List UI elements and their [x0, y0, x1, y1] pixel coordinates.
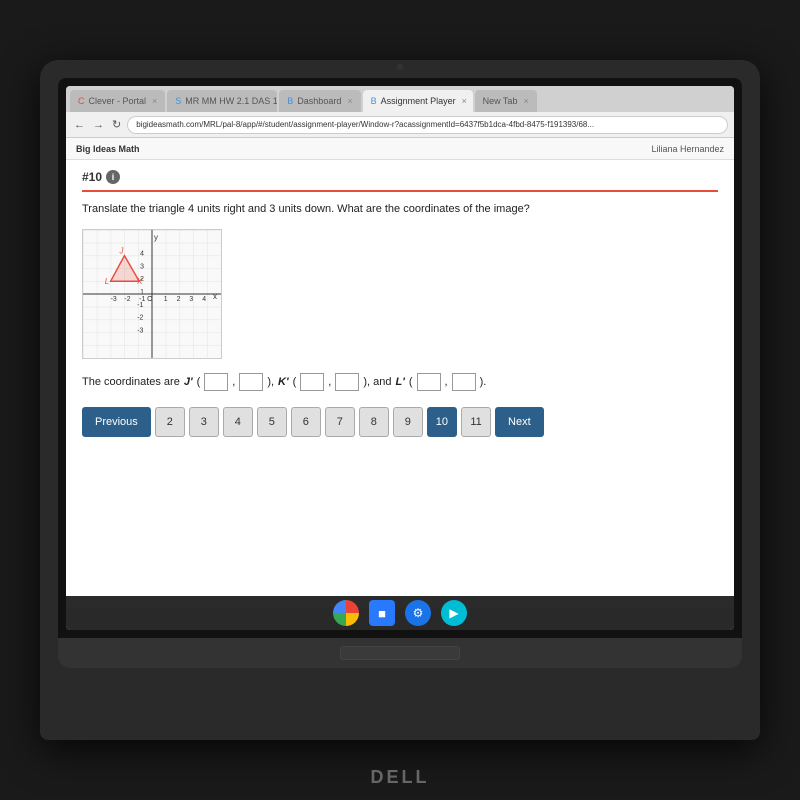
content-area: #10 i Translate the triangle 4 units rig…	[66, 160, 734, 608]
svg-text:-2: -2	[137, 315, 143, 322]
graph-container: y x O -3 -2 -1 1 2 3 4 4 3 2	[82, 229, 222, 359]
l-y-input[interactable]	[452, 373, 476, 391]
screen-bezel: C Clever - Portal × S MR MM HW 2.1 DAS 1…	[58, 78, 742, 638]
page-9-button[interactable]: 9	[393, 407, 423, 437]
svg-text:y: y	[154, 233, 158, 242]
l-comma: ,	[445, 376, 448, 388]
svg-text:J: J	[119, 247, 124, 256]
next-button[interactable]: Next	[495, 407, 544, 437]
svg-text:-3: -3	[137, 328, 143, 335]
question-text: Translate the triangle 4 units right and…	[82, 202, 718, 217]
svg-text:L: L	[105, 278, 109, 287]
tab-clever-close[interactable]: ×	[152, 96, 157, 106]
tab-new-label: New Tab	[483, 96, 518, 106]
tab-dashboard-close[interactable]: ×	[347, 96, 352, 106]
j-y-input[interactable]	[239, 373, 263, 391]
svg-text:3: 3	[140, 264, 144, 271]
svg-text:1: 1	[140, 289, 144, 296]
question-number-row: #10 i	[82, 170, 718, 184]
coordinates-line: The coordinates are J' ( , ), K' ( , ), …	[82, 373, 718, 391]
svg-text:4: 4	[140, 251, 144, 258]
k-prime-label: K'	[278, 376, 289, 388]
page-2-button[interactable]: 2	[155, 407, 185, 437]
taskbar-files-icon[interactable]: ■	[369, 600, 395, 626]
tab-dashboard[interactable]: B Dashboard ×	[279, 90, 360, 112]
address-text: bigideasmath.com/MRL/pal-8/app/#/student…	[136, 120, 594, 129]
app-header: Big Ideas Math Liliana Hernandez	[66, 138, 734, 160]
app-title: Big Ideas Math	[76, 144, 140, 154]
address-bar[interactable]: bigideasmath.com/MRL/pal-8/app/#/student…	[127, 116, 728, 134]
page-10-button[interactable]: 10	[427, 407, 457, 437]
taskbar-camera-icon[interactable]: ▶	[441, 600, 467, 626]
taskbar-chrome-icon[interactable]	[333, 600, 359, 626]
svg-text:3: 3	[189, 296, 193, 303]
svg-text:x: x	[213, 292, 217, 301]
user-name: Liliana Hernandez	[651, 144, 724, 154]
tab-new[interactable]: New Tab ×	[475, 90, 537, 112]
tab-assignment[interactable]: B Assignment Player ×	[363, 90, 473, 112]
coord-label: The coordinates are	[82, 376, 180, 388]
pagination: Previous 2 3 4 5 6 7 8 9 10 11 Next	[82, 407, 718, 437]
page-3-button[interactable]: 3	[189, 407, 219, 437]
page-8-button[interactable]: 8	[359, 407, 389, 437]
tab-assignment-close[interactable]: ×	[462, 96, 467, 106]
tab-dashboard-label: Dashboard	[297, 96, 341, 106]
reload-button[interactable]: ↻	[110, 118, 123, 131]
graph-svg: y x O -3 -2 -1 1 2 3 4 4 3 2	[83, 230, 221, 358]
k-x-input[interactable]	[300, 373, 324, 391]
camera-dot	[397, 64, 403, 70]
svg-text:4: 4	[202, 296, 206, 303]
svg-text:-2: -2	[124, 296, 130, 303]
k-comma: ,	[328, 376, 331, 388]
l-x-input[interactable]	[417, 373, 441, 391]
laptop-body: C Clever - Portal × S MR MM HW 2.1 DAS 1…	[40, 60, 760, 740]
page-11-button[interactable]: 11	[461, 407, 491, 437]
tab-assignment-label: Assignment Player	[381, 96, 456, 106]
k-paren-open: (	[293, 376, 297, 388]
tab-hw-label: MR MM HW 2.1 DAS 1 - Schoo	[185, 96, 277, 106]
svg-text:2: 2	[177, 296, 181, 303]
page-6-button[interactable]: 6	[291, 407, 321, 437]
k-paren-close: ), and	[363, 376, 391, 388]
tab-new-close[interactable]: ×	[523, 96, 528, 106]
dell-logo: DELL	[371, 767, 430, 788]
taskbar: ■ ⚙ ▶	[66, 596, 734, 630]
j-x-input[interactable]	[204, 373, 228, 391]
forward-button[interactable]: →	[91, 119, 106, 131]
page-7-button[interactable]: 7	[325, 407, 355, 437]
taskbar-settings-icon[interactable]: ⚙	[405, 600, 431, 626]
j-prime-label: J'	[184, 376, 193, 388]
l-paren-open: (	[409, 376, 413, 388]
laptop-base	[58, 638, 742, 668]
svg-text:O: O	[147, 296, 153, 303]
j-paren-open: (	[197, 376, 201, 388]
page-5-button[interactable]: 5	[257, 407, 287, 437]
browser-tabs: C Clever - Portal × S MR MM HW 2.1 DAS 1…	[66, 86, 734, 112]
tab-hw[interactable]: S MR MM HW 2.1 DAS 1 - Schoo ×	[167, 90, 277, 112]
info-icon[interactable]: i	[106, 170, 120, 184]
trackpad[interactable]	[340, 646, 460, 660]
previous-button[interactable]: Previous	[82, 407, 151, 437]
svg-text:K: K	[137, 278, 143, 287]
screen: C Clever - Portal × S MR MM HW 2.1 DAS 1…	[66, 86, 734, 630]
svg-text:-1: -1	[137, 302, 143, 309]
back-button[interactable]: ←	[72, 119, 87, 131]
l-prime-label: L'	[395, 376, 404, 388]
j-comma: ,	[232, 376, 235, 388]
svg-text:-3: -3	[111, 296, 117, 303]
k-y-input[interactable]	[335, 373, 359, 391]
page-4-button[interactable]: 4	[223, 407, 253, 437]
question-number-text: #10	[82, 170, 102, 184]
browser-bar: ← → ↻ bigideasmath.com/MRL/pal-8/app/#/s…	[66, 112, 734, 138]
tab-clever-label: Clever - Portal	[89, 96, 147, 106]
j-paren-close: ),	[267, 376, 274, 388]
l-paren-close: ).	[480, 376, 487, 388]
tab-clever[interactable]: C Clever - Portal ×	[70, 90, 165, 112]
question-divider	[82, 190, 718, 192]
svg-text:1: 1	[164, 296, 168, 303]
